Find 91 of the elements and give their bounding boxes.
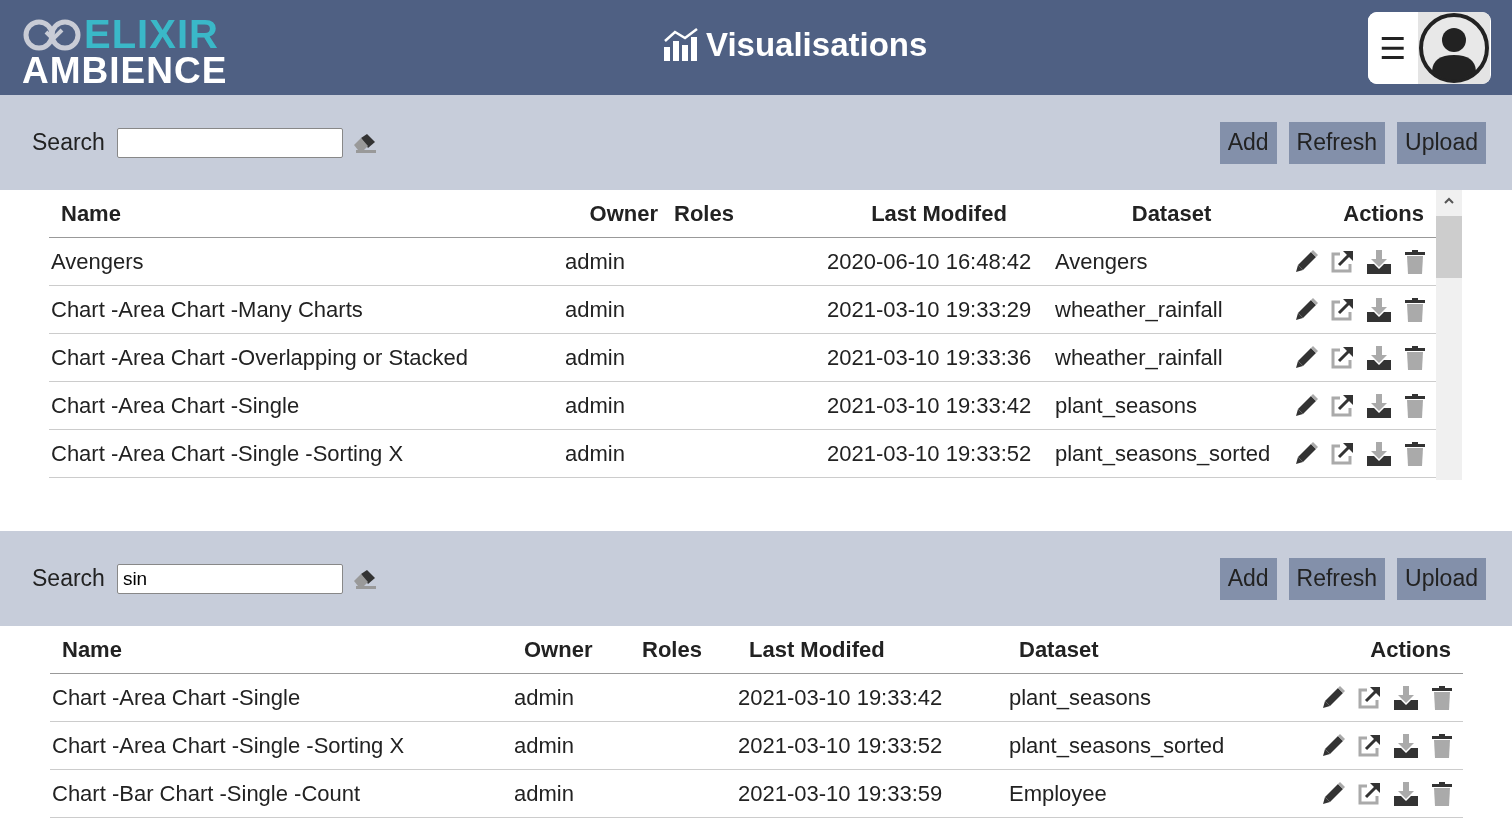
- pencil-icon[interactable]: [1321, 781, 1345, 806]
- table-cell: Chart -Area Chart -Single -Sorting X: [49, 429, 563, 478]
- column-header: Owner: [512, 626, 640, 674]
- toolbar-button[interactable]: Refresh: [1288, 557, 1386, 600]
- table-cell: wheather_rainfall: [1053, 285, 1290, 334]
- user-avatar-icon[interactable]: [1418, 12, 1490, 84]
- table-cell: 2021-03-10 19:33:36: [825, 333, 1053, 382]
- table-cell: 2021-03-10 19:33:59: [735, 769, 1005, 818]
- column-header: Dataset: [1053, 190, 1290, 238]
- trash-icon[interactable]: [1404, 441, 1426, 466]
- table-cell: admin: [512, 721, 640, 770]
- table-cell: plant_seasons: [1053, 381, 1290, 430]
- table-cell: admin: [563, 285, 670, 334]
- table-cell: admin: [512, 769, 640, 818]
- download-icon[interactable]: [1366, 249, 1392, 274]
- pencil-icon[interactable]: [1294, 297, 1318, 322]
- search-label: Search: [32, 565, 105, 592]
- trash-icon[interactable]: [1431, 781, 1453, 806]
- toolbar-button[interactable]: Refresh: [1288, 121, 1386, 164]
- pencil-icon[interactable]: [1321, 685, 1345, 710]
- pencil-icon[interactable]: [1321, 733, 1345, 758]
- table-cell: 2021-03-10 19:33:52: [825, 429, 1053, 478]
- table-cell: 2021-03-10 19:33:52: [735, 721, 1005, 770]
- scroll-up-icon[interactable]: [1443, 196, 1455, 206]
- table-cell: Chart -Area Chart -Overlapping or Stacked: [49, 333, 563, 382]
- table-cell: plant_seasons: [1005, 673, 1300, 722]
- pencil-icon[interactable]: [1294, 345, 1318, 370]
- table-cell: admin: [563, 429, 670, 478]
- table-cell: 2021-03-10 19:33:29: [825, 285, 1053, 334]
- pencil-icon[interactable]: [1294, 249, 1318, 274]
- table-cell: wheather_rainfall: [1053, 333, 1290, 382]
- trash-icon[interactable]: [1404, 297, 1426, 322]
- trash-icon[interactable]: [1431, 733, 1453, 758]
- table-cell: Avengers: [1053, 237, 1290, 286]
- table-cell: admin: [512, 673, 640, 722]
- column-header: Actions: [1300, 626, 1463, 674]
- download-icon[interactable]: [1393, 685, 1419, 710]
- table-cell: 2021-03-10 19:33:42: [825, 381, 1053, 430]
- table-cell: Avengers: [49, 237, 563, 286]
- table-cell: Chart -Bar Chart -Single -Count: [50, 769, 512, 818]
- external-link-icon[interactable]: [1357, 685, 1381, 710]
- column-header: Name: [49, 190, 563, 238]
- column-header: Roles: [640, 626, 735, 674]
- table-cell: admin: [563, 237, 670, 286]
- external-link-icon[interactable]: [1330, 297, 1354, 322]
- table-cell: 2021-03-10 19:33:42: [735, 673, 1005, 722]
- column-header: Owner: [563, 190, 670, 238]
- download-icon[interactable]: [1366, 393, 1392, 418]
- trash-icon[interactable]: [1404, 345, 1426, 370]
- table-cell: Employee: [1005, 769, 1300, 818]
- scrollbar[interactable]: [1436, 190, 1462, 480]
- download-icon[interactable]: [1393, 733, 1419, 758]
- external-link-icon[interactable]: [1330, 249, 1354, 274]
- table-cell: admin: [563, 381, 670, 430]
- page-title: Visualisations: [706, 26, 928, 64]
- scrollbar-thumb[interactable]: [1436, 216, 1462, 278]
- table-cell: Chart -Area Chart -Single -Sorting X: [50, 721, 512, 770]
- download-icon[interactable]: [1366, 297, 1392, 322]
- external-link-icon[interactable]: [1357, 781, 1381, 806]
- table-cell: Chart -Area Chart -Many Charts: [49, 285, 563, 334]
- toolbar-button[interactable]: Add: [1219, 557, 1277, 600]
- trash-icon[interactable]: [1404, 393, 1426, 418]
- table-cell: Chart -Area Chart -Single: [49, 381, 563, 430]
- table-cell: plant_seasons_sorted: [1005, 721, 1300, 770]
- trash-icon[interactable]: [1431, 685, 1453, 710]
- external-link-icon[interactable]: [1330, 441, 1354, 466]
- column-header: Roles: [670, 190, 825, 238]
- table-cell: 2020-06-10 16:48:42: [825, 237, 1053, 286]
- table-cell: admin: [563, 333, 670, 382]
- toolbar-button[interactable]: Upload: [1397, 557, 1486, 600]
- search-field[interactable]: sin: [116, 563, 343, 594]
- column-header: Name: [50, 626, 512, 674]
- external-link-icon[interactable]: [1330, 345, 1354, 370]
- linked-rings-icon: [22, 17, 82, 52]
- pencil-icon[interactable]: [1294, 441, 1318, 466]
- toolbar-button[interactable]: Add: [1219, 121, 1277, 164]
- download-icon[interactable]: [1366, 345, 1392, 370]
- search-label: Search: [32, 129, 105, 156]
- pencil-icon[interactable]: [1294, 393, 1318, 418]
- download-icon[interactable]: [1366, 441, 1392, 466]
- table-cell: plant_seasons_sorted: [1053, 429, 1290, 478]
- column-header: Last Modifed: [735, 626, 1005, 674]
- toolbar-button[interactable]: Upload: [1397, 121, 1486, 164]
- trash-icon[interactable]: [1404, 249, 1426, 274]
- search-field[interactable]: [116, 127, 343, 158]
- external-link-icon[interactable]: [1330, 393, 1354, 418]
- column-header: Dataset: [1005, 626, 1300, 674]
- table-cell: Chart -Area Chart -Single: [50, 673, 512, 722]
- column-header: Last Modifed: [825, 190, 1053, 238]
- external-link-icon[interactable]: [1357, 733, 1381, 758]
- download-icon[interactable]: [1393, 781, 1419, 806]
